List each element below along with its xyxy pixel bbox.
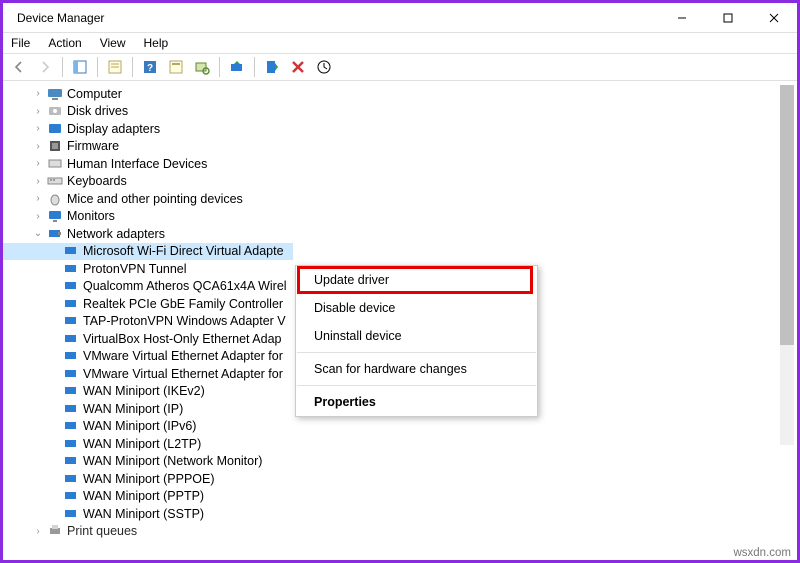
tree-item-mice[interactable]: ›Mice and other pointing devices (3, 190, 797, 208)
ctx-scan-hardware[interactable]: Scan for hardware changes (296, 355, 537, 383)
tree-item-hid[interactable]: ›Human Interface Devices (3, 155, 797, 173)
nic-item[interactable]: Qualcomm Atheros QCA61x4A Wirel (3, 278, 293, 296)
ctx-separator (297, 385, 536, 386)
nic-icon (63, 472, 79, 486)
nic-icon (63, 297, 79, 311)
disk-icon (47, 104, 63, 118)
nic-icon (63, 402, 79, 416)
tree-item-network-adapters[interactable]: ⌄Network adapters (3, 225, 797, 243)
hid-icon (47, 157, 63, 171)
firmware-icon (47, 139, 63, 153)
menu-bar: File Action View Help (3, 33, 797, 53)
forward-button[interactable] (33, 56, 57, 78)
nic-item[interactable]: WAN Miniport (IPv6) (3, 418, 797, 436)
toolbar: ? (3, 53, 797, 81)
nic-item[interactable]: VMware Virtual Ethernet Adapter for (3, 365, 293, 383)
nic-icon (63, 367, 79, 381)
title-bar: Device Manager (3, 3, 797, 33)
help-button[interactable]: ? (138, 56, 162, 78)
network-icon (47, 227, 63, 241)
nic-icon (63, 314, 79, 328)
ctx-update-driver[interactable]: Update driver (296, 266, 537, 294)
nic-icon (63, 332, 79, 346)
tree-item-computer[interactable]: ›Computer (3, 85, 797, 103)
nic-item[interactable]: WAN Miniport (L2TP) (3, 435, 797, 453)
nic-icon (63, 262, 79, 276)
tree-item-monitors[interactable]: ›Monitors (3, 208, 797, 226)
nic-item-selected[interactable]: Microsoft Wi-Fi Direct Virtual Adapte (3, 243, 293, 261)
nic-icon (63, 384, 79, 398)
ctx-separator (297, 352, 536, 353)
mouse-icon (47, 192, 63, 206)
nic-item[interactable]: WAN Miniport (SSTP) (3, 505, 797, 523)
nic-item[interactable]: VMware Virtual Ethernet Adapter for (3, 348, 293, 366)
ctx-properties[interactable]: Properties (296, 388, 537, 416)
action-button[interactable] (164, 56, 188, 78)
window-controls (659, 3, 797, 33)
display-icon (47, 122, 63, 136)
menu-view[interactable]: View (100, 36, 126, 50)
nic-icon (63, 279, 79, 293)
menu-file[interactable]: File (11, 36, 30, 50)
printer-icon (47, 524, 63, 538)
tree-item-firmware[interactable]: ›Firmware (3, 138, 797, 156)
scrollbar-thumb[interactable] (780, 85, 794, 345)
nic-item[interactable]: VirtualBox Host-Only Ethernet Adap (3, 330, 293, 348)
tree-item-disk-drives[interactable]: ›Disk drives (3, 103, 797, 121)
more-button[interactable] (312, 56, 336, 78)
tree-item-display-adapters[interactable]: ›Display adapters (3, 120, 797, 138)
tree-item-keyboards[interactable]: ›Keyboards (3, 173, 797, 191)
nic-icon (63, 507, 79, 521)
keyboard-icon (47, 174, 63, 188)
nic-icon (63, 349, 79, 363)
nic-icon (63, 489, 79, 503)
menu-help[interactable]: Help (144, 36, 169, 50)
nic-item[interactable]: WAN Miniport (PPTP) (3, 488, 797, 506)
watermark: wsxdn.com (733, 547, 791, 559)
window-title: Device Manager (17, 11, 104, 25)
nic-icon (63, 244, 79, 258)
nic-item[interactable]: WAN Miniport (Network Monitor) (3, 453, 797, 471)
nic-icon (63, 437, 79, 451)
menu-action[interactable]: Action (48, 36, 81, 50)
nic-item[interactable]: TAP-ProtonVPN Windows Adapter V (3, 313, 293, 331)
context-menu: Update driver Disable device Uninstall d… (295, 265, 538, 417)
disable-button[interactable] (260, 56, 284, 78)
uninstall-button[interactable] (286, 56, 310, 78)
ctx-uninstall-device[interactable]: Uninstall device (296, 322, 537, 350)
nic-icon (63, 419, 79, 433)
nic-icon (63, 454, 79, 468)
maximize-button[interactable] (705, 3, 751, 33)
properties-button[interactable] (103, 56, 127, 78)
svg-text:?: ? (147, 63, 153, 74)
tree-item-print-queues[interactable]: ›Print queues (3, 523, 143, 541)
ctx-disable-device[interactable]: Disable device (296, 294, 537, 322)
close-button[interactable] (751, 3, 797, 33)
show-hide-tree-button[interactable] (68, 56, 92, 78)
computer-icon (47, 87, 63, 101)
nic-item[interactable]: WAN Miniport (PPPOE) (3, 470, 797, 488)
scan-button[interactable] (190, 56, 214, 78)
back-button[interactable] (7, 56, 31, 78)
minimize-button[interactable] (659, 3, 705, 33)
monitor-icon (47, 209, 63, 223)
update-driver-button[interactable] (225, 56, 249, 78)
